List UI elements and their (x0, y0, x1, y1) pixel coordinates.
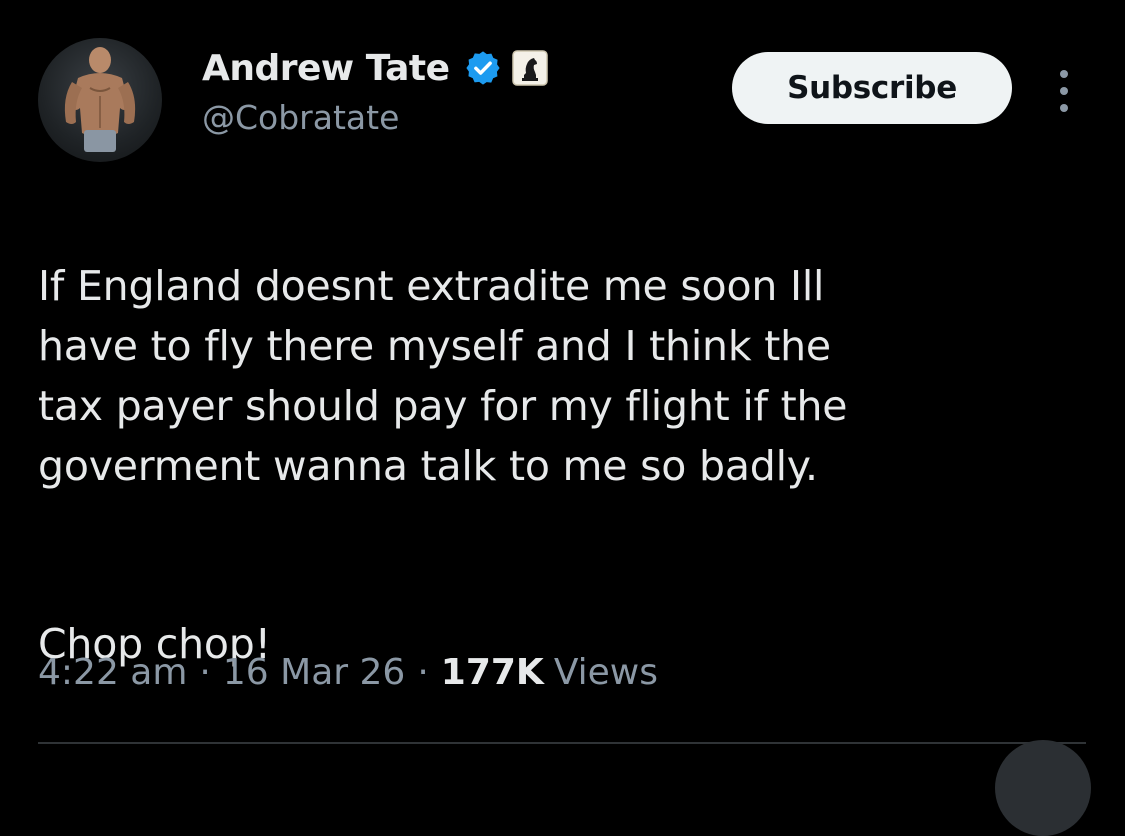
floating-action-button[interactable] (995, 740, 1091, 836)
meta-separator: · (199, 652, 211, 693)
tweet-card: Andrew Tate @Cobratate Subscribe If Engl… (0, 0, 1125, 836)
meta-separator: · (417, 652, 429, 693)
tweet-time[interactable]: 4:22 am (38, 652, 187, 693)
views-label: Views (553, 652, 658, 693)
chess-knight-affiliate-icon[interactable] (511, 50, 548, 86)
views-count[interactable]: 177K (441, 652, 544, 693)
tweet-paragraph: If England doesnt extradite me soon Ill … (38, 262, 848, 490)
author-header: Andrew Tate @Cobratate (202, 44, 548, 137)
more-vertical-icon[interactable] (1052, 66, 1076, 116)
author-name-row: Andrew Tate (202, 44, 548, 92)
verified-badge-icon (464, 49, 502, 87)
avatar[interactable] (38, 38, 162, 162)
tweet-date[interactable]: 16 Mar 26 (223, 652, 405, 693)
subscribe-button[interactable]: Subscribe (732, 52, 1012, 124)
author-handle[interactable]: @Cobratate (202, 98, 548, 137)
divider (38, 742, 1086, 744)
author-display-name[interactable]: Andrew Tate (202, 48, 450, 89)
tweet-meta: 4:22 am · 16 Mar 26 · 177K Views (38, 652, 658, 693)
